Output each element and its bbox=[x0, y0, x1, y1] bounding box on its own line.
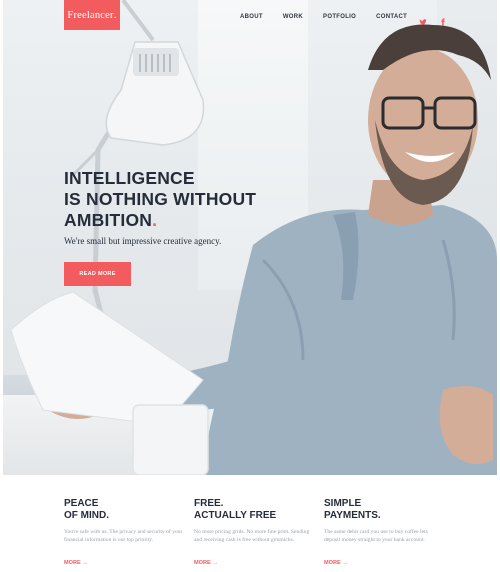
logo-dot: . bbox=[113, 9, 117, 21]
feature-body: No more pricing grids. No more fine prin… bbox=[194, 529, 310, 544]
headline-accent-dot: . bbox=[152, 210, 158, 230]
hero-subline: We're small but impressive creative agen… bbox=[64, 236, 222, 246]
feature-title-line-1: PEACE bbox=[64, 498, 99, 509]
feature-title-line-2: PAYMENTS. bbox=[324, 509, 381, 521]
brand-logo[interactable]: Freelancer. bbox=[64, 0, 120, 30]
feature-more-link[interactable]: MORE → bbox=[194, 560, 218, 566]
features-section: PEACE OF MIND. You're safe with us. The … bbox=[64, 498, 474, 572]
hero-headline: INTELLIGENCE IS NOTHING WITHOUT AMBITION… bbox=[64, 168, 304, 231]
feature-more-link[interactable]: MORE → bbox=[324, 560, 348, 566]
feature-title: SIMPLE PAYMENTS. bbox=[324, 498, 444, 521]
facebook-icon[interactable] bbox=[439, 13, 447, 26]
glass-cup bbox=[132, 404, 209, 475]
social-links bbox=[419, 13, 447, 26]
landing-page: Freelancer. ABOUT WORK POTFOLIO CONTACT … bbox=[0, 0, 500, 572]
feature-title-line-1: SIMPLE bbox=[324, 498, 362, 509]
feature-title: PEACE OF MIND. bbox=[64, 498, 184, 521]
lamp-shade bbox=[105, 41, 205, 146]
twitter-icon[interactable] bbox=[419, 13, 427, 26]
feature-title-line-1: FREE. bbox=[194, 498, 224, 509]
logo-text: Freelancer bbox=[67, 9, 114, 21]
main-nav: ABOUT WORK POTFOLIO CONTACT bbox=[240, 13, 447, 26]
read-more-button[interactable]: READ MORE bbox=[64, 262, 131, 286]
nav-item-about[interactable]: ABOUT bbox=[240, 14, 263, 20]
nav-item-contact[interactable]: CONTACT bbox=[376, 14, 407, 20]
feature-body: You're safe with us. The privacy and sec… bbox=[64, 529, 183, 544]
headline-line-3: AMBITION. bbox=[64, 210, 304, 231]
feature-simple-payments: SIMPLE PAYMENTS. The same debit card you… bbox=[324, 498, 444, 566]
feature-body: The same debit card you use to buy coffe… bbox=[324, 529, 428, 544]
feature-title-line-2: OF MIND. bbox=[64, 509, 109, 521]
headline-line-3-text: AMBITION bbox=[64, 210, 153, 230]
headline-line-1: INTELLIGENCE bbox=[64, 168, 195, 188]
nav-item-work[interactable]: WORK bbox=[283, 14, 303, 20]
feature-more-link[interactable]: MORE → bbox=[64, 560, 88, 566]
feature-actually-free: FREE. ACTUALLY FREE No more pricing grid… bbox=[194, 498, 314, 566]
headline-line-2: IS NOTHING WITHOUT bbox=[64, 189, 257, 209]
nav-item-portfolio[interactable]: POTFOLIO bbox=[323, 14, 356, 20]
feature-title: FREE. ACTUALLY FREE bbox=[194, 498, 314, 521]
feature-peace-of-mind: PEACE OF MIND. You're safe with us. The … bbox=[64, 498, 184, 566]
feature-title-line-2: ACTUALLY FREE bbox=[194, 509, 277, 521]
